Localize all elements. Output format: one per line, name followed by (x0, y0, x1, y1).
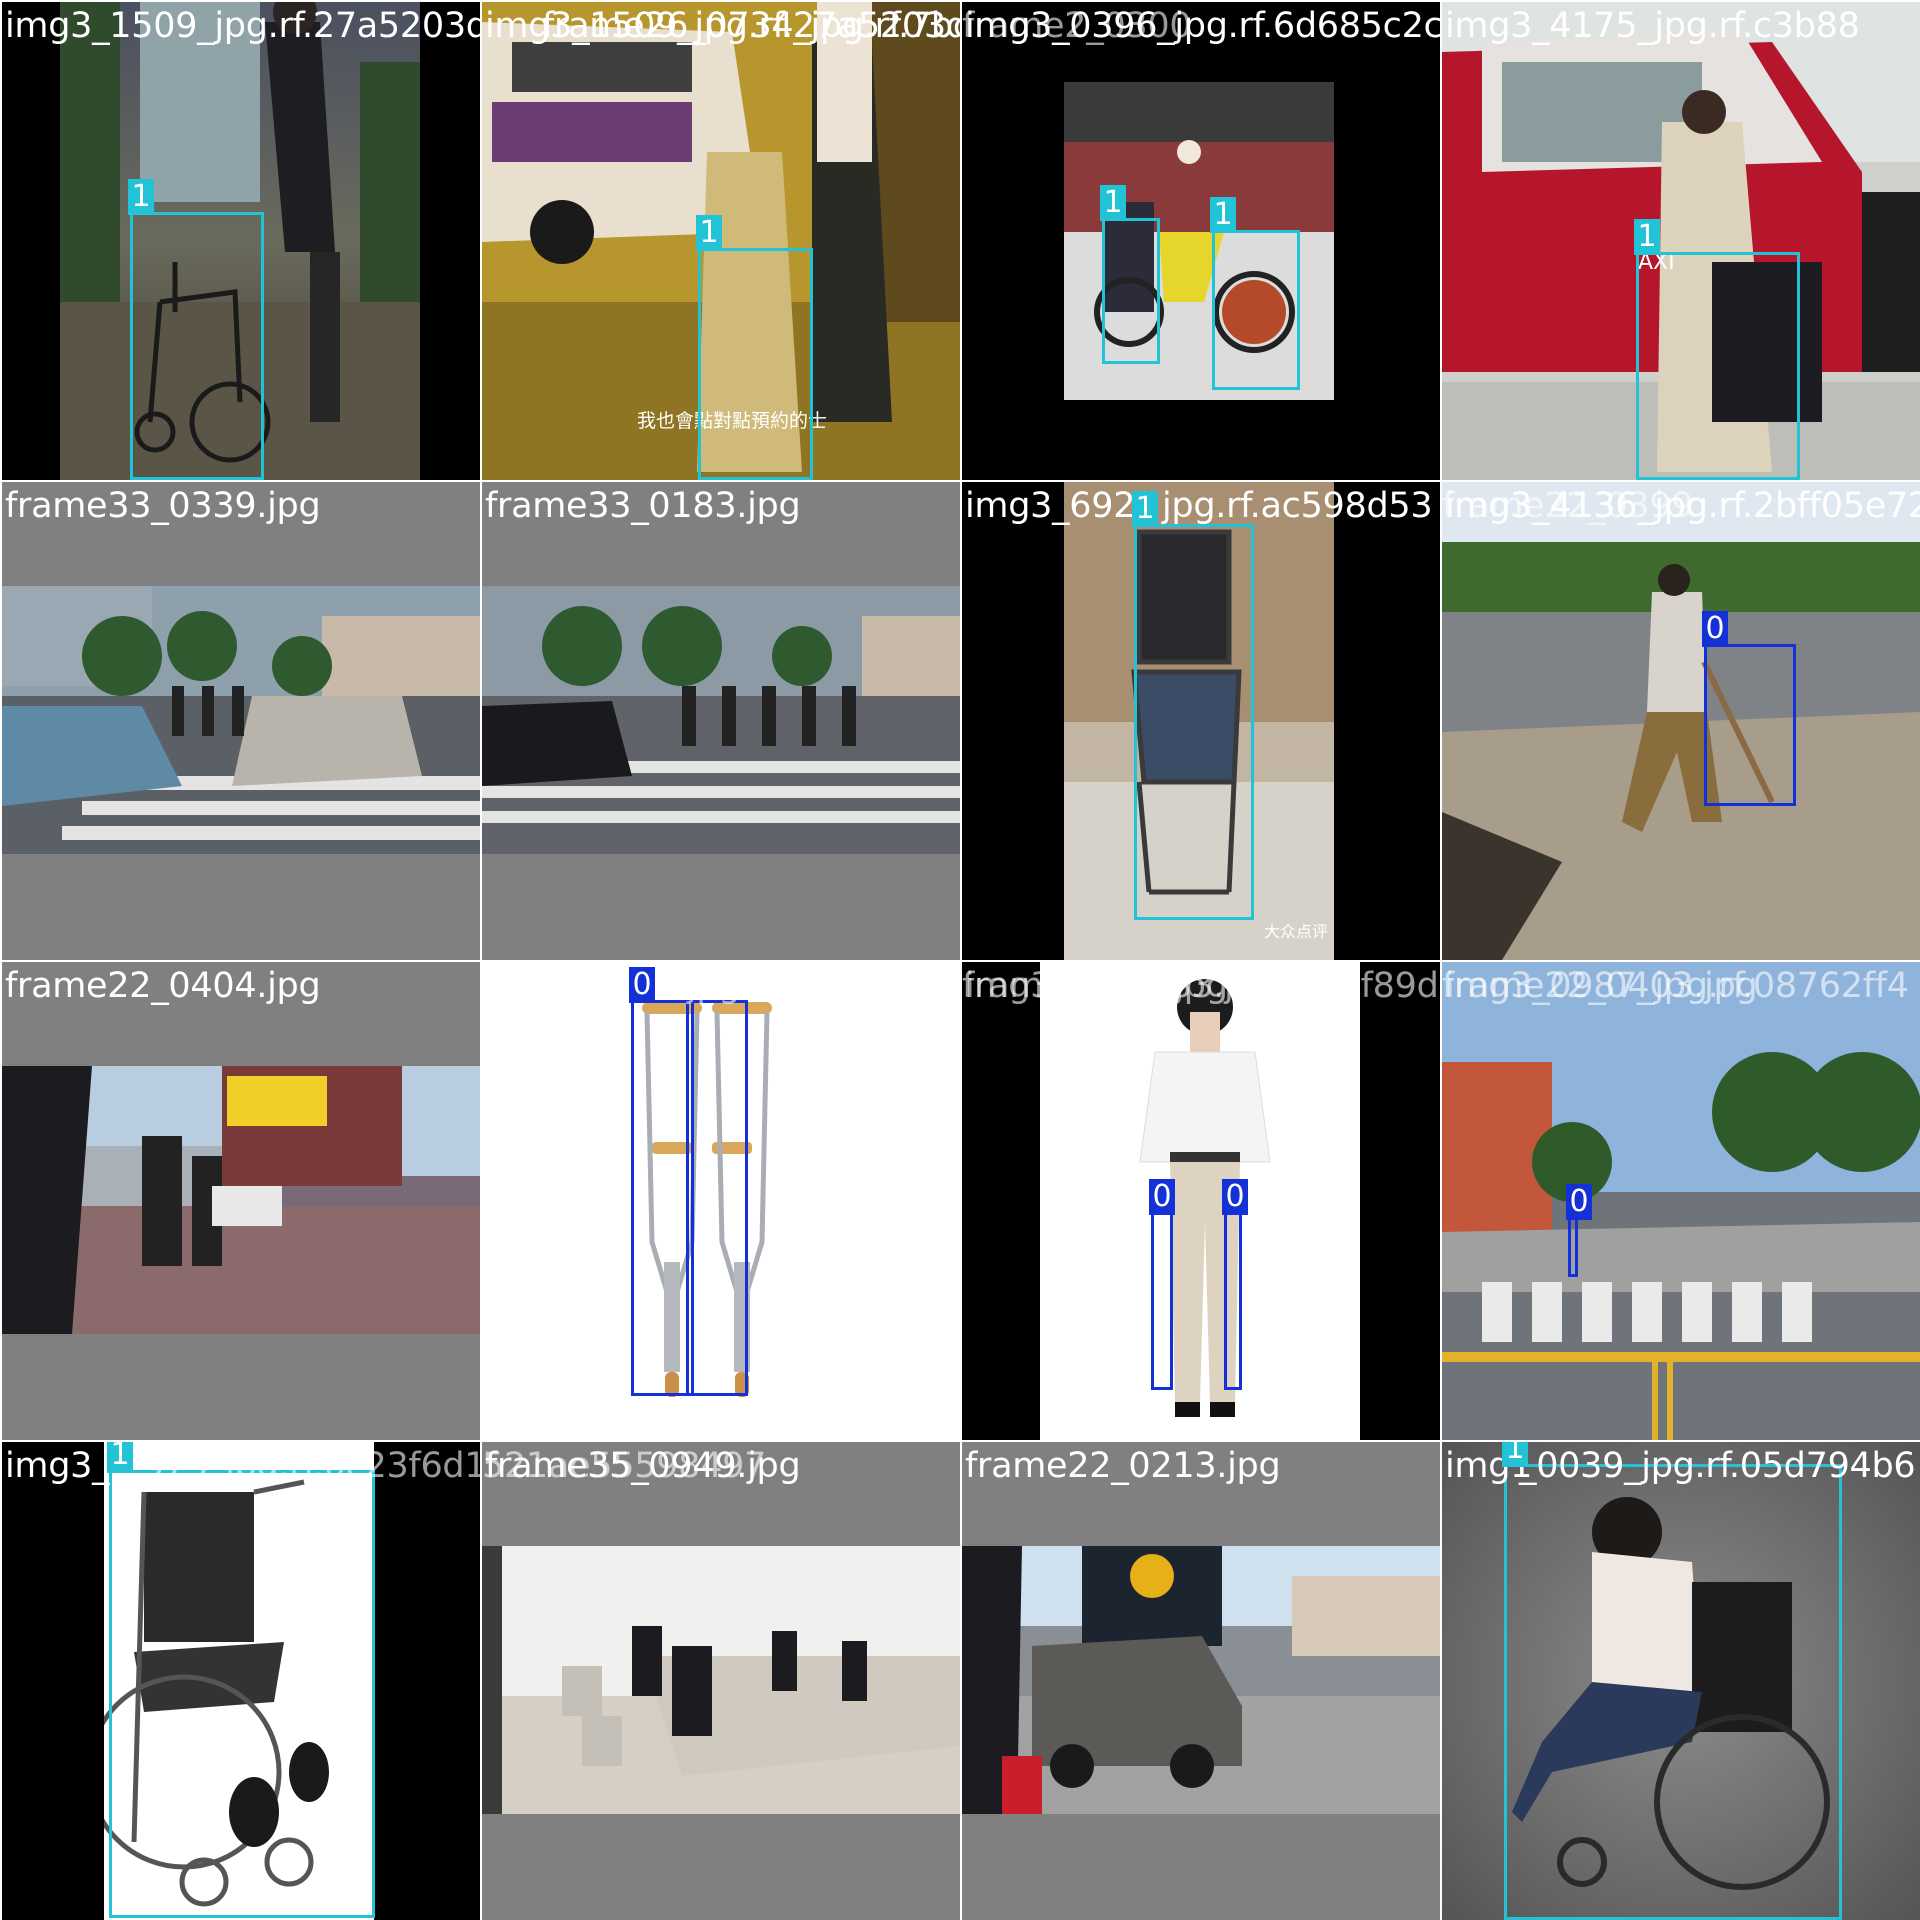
tile-14: frame22_0213.jpg (962, 1442, 1440, 1920)
photo-office-room (482, 1546, 960, 1814)
class-label: 1 (696, 215, 722, 251)
tile-9: 0 img3_0604 jpg.rf.1ad7816d (482, 962, 960, 1440)
photo-crosswalk-crowd (482, 586, 960, 854)
photo-van-street (962, 1546, 1440, 1814)
class-label: 1 (1132, 491, 1158, 527)
class-label: 0 (1149, 1179, 1175, 1215)
detection-box (1568, 1217, 1578, 1277)
tile-filename: frame33_0339.jpg (5, 486, 321, 526)
class-label: 0 (629, 967, 655, 1003)
detection-box (1151, 1212, 1173, 1390)
tile-filename: img3_4175_jpg.rf.c3b88 (1445, 6, 1860, 46)
tile-filename: frame33_0183.jpg (485, 486, 801, 526)
tile-filename-overlay: frame2_0300 (962, 6, 1192, 46)
tile-filename: img3_1509_jpg.rf.27a5203d (5, 6, 480, 46)
photo-crutch-road (1442, 482, 1920, 960)
tile-filename-overlay: frame26_0734_jpg.rf.7bcff83b8e (542, 6, 960, 46)
tile-filename-suffix: jpg.rf.1ad7816d (687, 966, 960, 1006)
tile-filename: frame22_0213.jpg (965, 1446, 1281, 1486)
tile-filename: img3_692 (965, 486, 1136, 526)
detection-box (1134, 524, 1254, 920)
detection-box (1704, 644, 1796, 806)
detection-box (1102, 218, 1160, 364)
tile-2: 1 1 img3_0396_jpg.rf.6d685c2c5e frame2_0… (962, 2, 1440, 480)
tile-12: 1 img3_ 573_jpg.rf.0c23f6d13 (2, 1442, 480, 1920)
tile-8: frame22_0404.jpg (2, 962, 480, 1440)
tile-0: 1 img3_1509_jpg.rf.27a5203d (2, 2, 480, 480)
class-label: 0 (1222, 1179, 1248, 1215)
detection-box (1636, 252, 1800, 480)
tile-11: 0 img3_0987_jpg.rf.08762ff4 frame22_0403… (1442, 962, 1920, 1440)
class-label: 1 (128, 179, 154, 215)
tile-1: 我也會點對點預約的士 1 img3_1509_jpg.rf.27a5203d f… (482, 2, 960, 480)
tile-15: 1 img1 _0039_jpg.rf.05d794b6 (1442, 1442, 1920, 1920)
detection-box (631, 1000, 694, 1396)
detection-box (686, 1000, 748, 1396)
detection-box (1224, 1212, 1242, 1390)
class-label: 0 (1566, 1184, 1592, 1220)
tile-filename-overlay: frame22_0399 (1442, 486, 1694, 526)
tile-filename: img3_ (5, 1446, 110, 1486)
photo-pedestrian-street (2, 1066, 480, 1334)
class-label: 1 (107, 1442, 133, 1473)
tile-filename-suffix: 573_jpg.rf.0c23f6d13 (142, 1446, 480, 1486)
detection-box (130, 212, 264, 480)
tile-filename-suffix: jpg.rf.ac598d53 (1162, 486, 1433, 526)
tile-10: 0 0 img3_6774_jpg.rf.0d1df89d08 frame22_… (962, 962, 1440, 1440)
tile-filename-overlay: frame22_0403.jpg (1442, 966, 1758, 1006)
tile-13: frame35_0949.jpg 521ae55598497 (482, 1442, 960, 1920)
watermark-text: 大众点评 (1264, 922, 1328, 941)
class-label: 1 (1210, 197, 1236, 233)
class-label: 0 (1702, 611, 1728, 647)
tile-6: 大众点评 1 img3_692 jpg.rf.ac598d53 (962, 482, 1440, 960)
mosaic-grid: 1 img3_1509_jpg.rf.27a5203d 我也會點對點預約的士 1… (0, 0, 1920, 1920)
detection-box (109, 1470, 375, 1918)
tile-filename-overlay: frame22_0483.jpg (962, 966, 1278, 1006)
tile-filename-overlay: 521ae55598497 (482, 1446, 767, 1486)
detection-box (698, 248, 813, 480)
detection-box (1212, 230, 1300, 390)
tile-3: AXI 1 img3_4175_jpg.rf.c3b88 (1442, 2, 1920, 480)
detection-box (1504, 1464, 1842, 1920)
tile-5: frame33_0183.jpg (482, 482, 960, 960)
tile-7: 0 img3_4136_jpg.rf.2bff05e726c frame22_0… (1442, 482, 1920, 960)
tile-filename: frame22_0404.jpg (5, 966, 321, 1006)
photo-crosswalk-traffic (2, 586, 480, 854)
tile-4: frame33_0339.jpg (2, 482, 480, 960)
class-label: 1 (1634, 219, 1660, 255)
photo-woman-crutches (1040, 962, 1360, 1440)
class-label: 1 (1502, 1442, 1528, 1467)
tile-filename-suffix: _0039_jpg.rf.05d794b6 (1519, 1446, 1916, 1486)
class-label: 1 (1100, 185, 1126, 221)
photo-campus-road (1442, 962, 1920, 1440)
